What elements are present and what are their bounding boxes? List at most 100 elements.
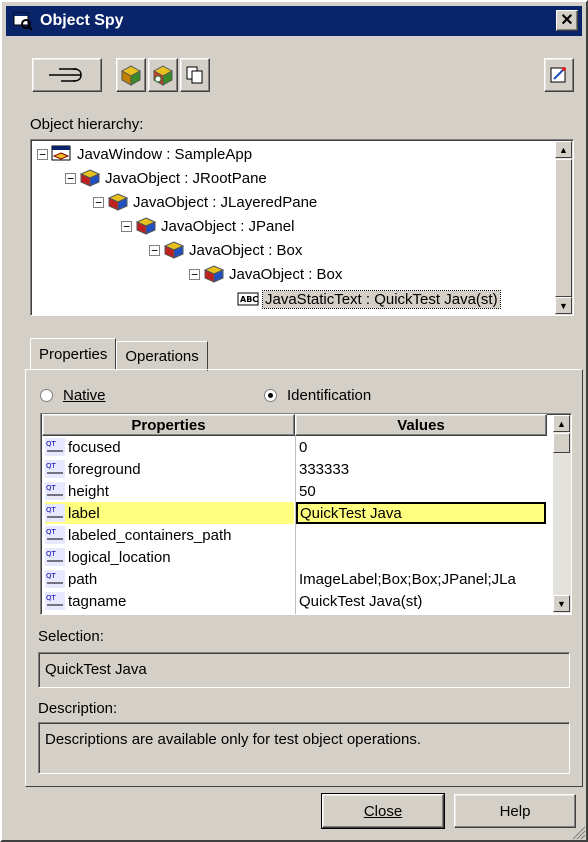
scroll-thumb[interactable] [555, 159, 572, 297]
tree-node-label: JavaObject : Box [229, 265, 343, 283]
properties-scrollbar[interactable]: ▲ ▼ [553, 415, 571, 613]
svg-text:QT: QT [46, 528, 57, 536]
java-window-icon [51, 144, 73, 164]
table-row[interactable]: QT foreground 333333 [41, 458, 555, 480]
table-row[interactable]: QT tagname QuickTest Java(st) [41, 590, 555, 612]
scroll-down-icon[interactable]: ▼ [555, 297, 572, 314]
selection-field[interactable]: QuickTest Java [38, 652, 570, 688]
tab-operations[interactable]: Operations [116, 341, 208, 371]
property-name: label [68, 504, 100, 522]
object-hierarchy-label: Object hierarchy: [30, 116, 144, 133]
scroll-up-icon[interactable]: ▲ [553, 415, 570, 432]
scroll-up-icon[interactable]: ▲ [555, 141, 572, 158]
close-window-button[interactable]: ✕ [556, 10, 578, 31]
property-icon: QT [45, 438, 65, 456]
table-row[interactable]: QT path ImageLabel;Box;Box;JPanel;JLa [41, 568, 555, 590]
property-name-cell: QT labeled_containers_path [45, 524, 294, 546]
window-title: Object Spy [40, 12, 124, 29]
collapse-icon[interactable]: − [189, 268, 200, 280]
property-icon: QT [45, 482, 65, 500]
scroll-down-icon[interactable]: ▼ [553, 595, 570, 612]
run-object-cube-icon [152, 65, 174, 86]
description-label: Description: [38, 700, 118, 717]
test-object-properties-button[interactable] [116, 58, 146, 92]
property-value-cell: 333333 [299, 460, 350, 478]
tree-node-label: JavaStaticText : QuickTest Java(st) [262, 289, 501, 309]
table-row[interactable]: QT focused 0 [41, 436, 555, 458]
property-name: focused [68, 438, 121, 456]
object-hierarchy-tree[interactable]: − JavaWindow : SampleApp − JavaObject : … [30, 139, 574, 316]
property-name-cell: QT focused [45, 436, 294, 458]
property-icon: QT [45, 460, 65, 478]
property-name: path [68, 570, 98, 588]
property-value-cell: QuickTest Java(st) [299, 592, 423, 610]
tree-node[interactable]: − JavaObject : JLayeredPane [93, 190, 317, 214]
native-radio[interactable]: Native [40, 387, 106, 404]
collapse-icon[interactable]: − [121, 220, 132, 232]
help-button[interactable]: Help [454, 794, 576, 828]
svg-text:QT: QT [46, 550, 57, 558]
tree-node[interactable]: − JavaObject : JPanel [121, 214, 294, 238]
java-object-icon [107, 192, 129, 212]
native-radio-label: Native [63, 387, 106, 404]
column-header-properties[interactable]: Properties [42, 414, 295, 436]
tree-node-label: JavaObject : JPanel [161, 217, 295, 235]
property-name-cell: QT path [45, 568, 294, 590]
keep-on-top-button[interactable] [544, 58, 574, 92]
tab-properties[interactable]: Properties [30, 338, 117, 369]
column-divider [295, 436, 296, 614]
collapse-icon[interactable]: − [93, 196, 104, 208]
scroll-thumb[interactable] [553, 433, 570, 453]
tree-node-label: JavaObject : JLayeredPane [133, 193, 318, 211]
java-object-icon [135, 216, 157, 236]
svg-text:QT: QT [46, 594, 57, 602]
close-button[interactable]: Close [321, 793, 445, 829]
property-value-cell: 0 [299, 438, 308, 456]
property-name-cell: QT logical_location [45, 546, 294, 568]
collapse-icon[interactable]: − [149, 244, 160, 256]
table-row[interactable]: QT labeled_containers_path [41, 524, 555, 546]
copy-to-clipboard-button[interactable] [180, 58, 210, 92]
property-name: height [68, 482, 109, 500]
pointing-hand-button[interactable] [32, 58, 102, 92]
identification-radio[interactable]: Identification [264, 387, 371, 404]
selection-label: Selection: [38, 628, 104, 645]
svg-text:QT: QT [46, 572, 57, 580]
property-value-cell[interactable]: QuickTest Java [296, 502, 546, 524]
tree-node[interactable]: − JavaWindow : SampleApp [37, 142, 252, 166]
table-row[interactable]: QT height 50 [41, 480, 555, 502]
property-name: foreground [68, 460, 141, 478]
table-row[interactable]: QT logical_location [41, 546, 555, 568]
tree-node[interactable]: − JavaObject : Box [189, 262, 342, 286]
column-header-values[interactable]: Values [295, 414, 547, 436]
collapse-icon[interactable]: − [37, 148, 48, 160]
title-bar[interactable]: Object Spy ✕ [6, 6, 582, 36]
java-object-icon [163, 240, 185, 260]
table-row-selected[interactable]: QT label QuickTest Java [41, 502, 555, 524]
radio-circle [40, 389, 53, 402]
property-name: tagname [68, 592, 127, 610]
properties-grid[interactable]: Properties Values QT focused 0 QT foregr… [40, 413, 572, 615]
radio-circle-checked [264, 389, 277, 402]
property-name: logical_location [68, 548, 171, 566]
property-icon: QT [45, 592, 65, 610]
property-value-cell: 50 [299, 482, 316, 500]
object-spy-window: Object Spy ✕ Object hierarchy: − JavaWin… [0, 0, 588, 842]
tree-node[interactable]: − JavaObject : JRootPane [65, 166, 267, 190]
collapse-icon[interactable]: − [65, 172, 76, 184]
tree-node-selected[interactable]: ABC JavaStaticText : QuickTest Java(st) [237, 287, 501, 311]
resize-grip-icon[interactable] [570, 824, 586, 840]
properties-tab-strip: Properties Operations [30, 338, 208, 371]
run-object-properties-button[interactable] [148, 58, 178, 92]
property-icon: QT [45, 548, 65, 566]
close-icon: ✕ [560, 11, 574, 29]
description-field: Descriptions are available only for test… [38, 722, 570, 774]
svg-text:QT: QT [46, 506, 57, 514]
property-name-cell: QT tagname [45, 590, 294, 612]
property-icon: QT [45, 504, 65, 522]
hierarchy-scrollbar[interactable]: ▲ ▼ [555, 141, 573, 315]
tree-node[interactable]: − JavaObject : Box [149, 238, 302, 262]
tree-node-label: JavaWindow : SampleApp [77, 145, 253, 163]
property-name-cell: QT label [45, 502, 294, 524]
property-value-cell [299, 524, 545, 546]
